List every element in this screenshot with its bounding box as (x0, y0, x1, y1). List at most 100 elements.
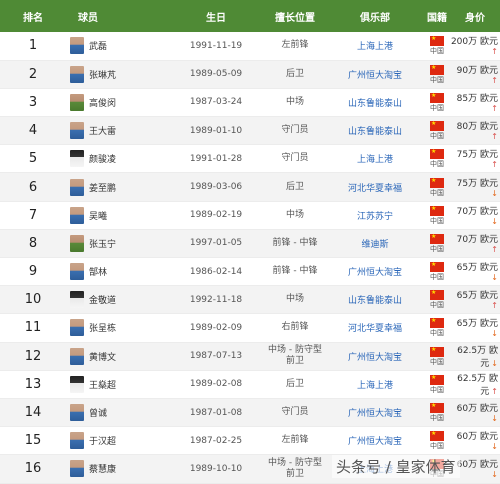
player-cell[interactable]: 高俊闵 (66, 88, 168, 118)
player-cell[interactable]: 于汉超 (66, 426, 168, 456)
player-cell[interactable]: 张琳芃 (66, 60, 168, 89)
club-link[interactable]: 广州恒大淘宝 (326, 342, 424, 371)
player-avatar[interactable] (70, 178, 84, 196)
club-link[interactable]: 广州恒大淘宝 (326, 398, 424, 428)
header-value[interactable]: 身价 (450, 0, 500, 32)
header-position[interactable]: 擅长位置 (264, 0, 326, 32)
player-name[interactable]: 颜骏凌 (89, 152, 116, 165)
player-cell[interactable]: 金敬道 (66, 285, 168, 315)
table-row[interactable]: 6 姜至鹏 1989-03-06后卫河北华夏幸福中国 75万 欧元↓ (0, 172, 500, 202)
value-cell: 80万 欧元↑ (450, 116, 500, 146)
player-avatar[interactable] (70, 347, 84, 365)
table-row[interactable]: 4 王大雷 1989-01-10守门员山东鲁能泰山中国 80万 欧元↑ (0, 116, 500, 146)
header-rank[interactable]: 排名 (0, 0, 66, 32)
table-row[interactable]: 13 王燊超 1989-02-08后卫上海上港中国 62.5万 欧元↑ (0, 370, 500, 399)
rank-cell: 2 (0, 60, 66, 89)
club-link[interactable]: 江苏苏宁 (326, 201, 424, 230)
player-avatar[interactable] (70, 291, 84, 309)
table-row[interactable]: 12 黄博文 1987-07-13中场 - 防守型前卫广州恒大淘宝中国 62.5万 欧… (0, 342, 500, 371)
player-avatar[interactable] (70, 319, 84, 337)
player-cell[interactable]: 王燊超 (66, 370, 168, 399)
header-club[interactable]: 俱乐部 (326, 0, 424, 32)
player-name[interactable]: 郜林 (89, 265, 107, 278)
player-avatar[interactable] (70, 404, 84, 422)
table-row[interactable]: 2 张琳芃 1989-05-09后卫广州恒大淘宝中国 90万 欧元↑ (0, 60, 500, 89)
player-cell[interactable]: 郜林 (66, 257, 168, 287)
position-cell: 中场 (264, 285, 326, 315)
nationality-cell: 中国 (424, 60, 450, 89)
player-name[interactable]: 姜至鹏 (89, 181, 116, 194)
player-cell[interactable]: 张呈栋 (66, 313, 168, 343)
table-row[interactable]: 10 金敬道 1992-11-18中场山东鲁能泰山中国 65万 欧元↑ (0, 285, 500, 315)
player-avatar[interactable] (70, 206, 84, 224)
player-cell[interactable]: 张玉宁 (66, 229, 168, 259)
nationality-cell: 中国 (424, 257, 450, 287)
club-link[interactable]: 河北华夏幸福 (326, 172, 424, 202)
club-link[interactable]: 维迪斯 (326, 229, 424, 259)
player-name[interactable]: 吴曦 (89, 209, 107, 222)
position-cell: 前锋 - 中锋 (264, 257, 326, 287)
club-link[interactable]: 上海上港 (326, 370, 424, 399)
club-link[interactable]: 广州恒大淘宝 (326, 426, 424, 456)
header-player[interactable]: 球员 (66, 0, 168, 32)
player-cell[interactable]: 曾诚 (66, 398, 168, 428)
nationality-label: 中国 (430, 329, 444, 338)
player-avatar[interactable] (70, 93, 84, 111)
table-row[interactable]: 9 郜林 1986-02-14前锋 - 中锋广州恒大淘宝中国 65万 欧元↓ (0, 257, 500, 287)
player-name[interactable]: 曾诚 (89, 406, 107, 419)
table-row[interactable]: 7 吴曦 1989-02-19中场江苏苏宁中国 70万 欧元↓ (0, 201, 500, 230)
player-avatar[interactable] (70, 150, 84, 168)
player-name[interactable]: 张玉宁 (89, 237, 116, 250)
player-avatar[interactable] (70, 263, 84, 281)
table-row[interactable]: 14 曾诚 1987-01-08守门员广州恒大淘宝中国 60万 欧元↓ (0, 398, 500, 428)
trend-down-icon: ↓ (491, 216, 498, 226)
trend-up-icon: ↑ (491, 103, 498, 113)
player-avatar[interactable] (70, 375, 84, 393)
club-link[interactable]: 山东鲁能泰山 (326, 88, 424, 118)
player-name[interactable]: 黄博文 (89, 350, 116, 363)
table-row[interactable]: 5 颜骏凌 1991-01-28守门员上海上港中国 75万 欧元↑ (0, 144, 500, 174)
player-name[interactable]: 金敬道 (89, 293, 116, 306)
header-birth[interactable]: 生日 (168, 0, 264, 32)
nationality-label: 中国 (430, 103, 444, 112)
player-avatar[interactable] (70, 460, 84, 478)
club-link[interactable]: 广州恒大淘宝 (326, 60, 424, 89)
club-link[interactable]: 上海上港 (326, 32, 424, 61)
player-cell[interactable]: 王大雷 (66, 116, 168, 146)
table-row[interactable]: 8 张玉宁 1997-01-05前锋 - 中锋维迪斯中国 70万 欧元↑ (0, 229, 500, 259)
position-cell: 左前锋 (264, 426, 326, 456)
player-name[interactable]: 张呈栋 (89, 321, 116, 334)
player-name[interactable]: 高俊闵 (89, 96, 116, 109)
player-name[interactable]: 蔡慧康 (89, 462, 116, 475)
player-name[interactable]: 张琳芃 (89, 68, 116, 81)
player-avatar[interactable] (70, 234, 84, 252)
player-name[interactable]: 于汉超 (89, 434, 116, 447)
club-link[interactable]: 山东鲁能泰山 (326, 116, 424, 146)
player-avatar[interactable] (70, 37, 84, 55)
player-name[interactable]: 王燊超 (89, 378, 116, 391)
club-link[interactable]: 河北华夏幸福 (326, 313, 424, 343)
table-row[interactable]: 1 武磊 1991-11-19左前锋上海上港中国 200万 欧元↑ (0, 32, 500, 61)
player-name[interactable]: 王大雷 (89, 124, 116, 137)
rank-cell: 15 (0, 426, 66, 456)
player-avatar[interactable] (70, 65, 84, 83)
club-link[interactable]: 山东鲁能泰山 (326, 285, 424, 315)
player-cell[interactable]: 颜骏凌 (66, 144, 168, 174)
table-row[interactable]: 3 高俊闵 1987-03-24中场山东鲁能泰山中国 85万 欧元↑ (0, 88, 500, 118)
table-row[interactable]: 15 于汉超 1987-02-25左前锋广州恒大淘宝中国 60万 欧元↓ (0, 426, 500, 456)
market-value-table: 排名 球员 生日 擅长位置 俱乐部 国籍 身价 1 武磊 1991-11-19 左前锋… (0, 0, 500, 484)
player-cell[interactable]: 蔡慧康 (66, 454, 168, 484)
header-nationality[interactable]: 国籍 (424, 0, 450, 32)
trend-up-icon: ↑ (491, 75, 498, 85)
club-link[interactable]: 上海上港 (326, 144, 424, 174)
player-cell[interactable]: 姜至鹏 (66, 172, 168, 202)
table-row[interactable]: 11 张呈栋 1989-02-09右前锋河北华夏幸福中国 65万 欧元↓ (0, 313, 500, 343)
player-avatar[interactable] (70, 432, 84, 450)
trend-up-icon: ↑ (491, 160, 498, 170)
player-name[interactable]: 武磊 (89, 39, 107, 52)
player-cell[interactable]: 吴曦 (66, 201, 168, 230)
player-cell[interactable]: 黄博文 (66, 342, 168, 371)
club-link[interactable]: 广州恒大淘宝 (326, 257, 424, 287)
player-cell[interactable]: 武磊 (66, 32, 168, 61)
player-avatar[interactable] (70, 122, 84, 140)
